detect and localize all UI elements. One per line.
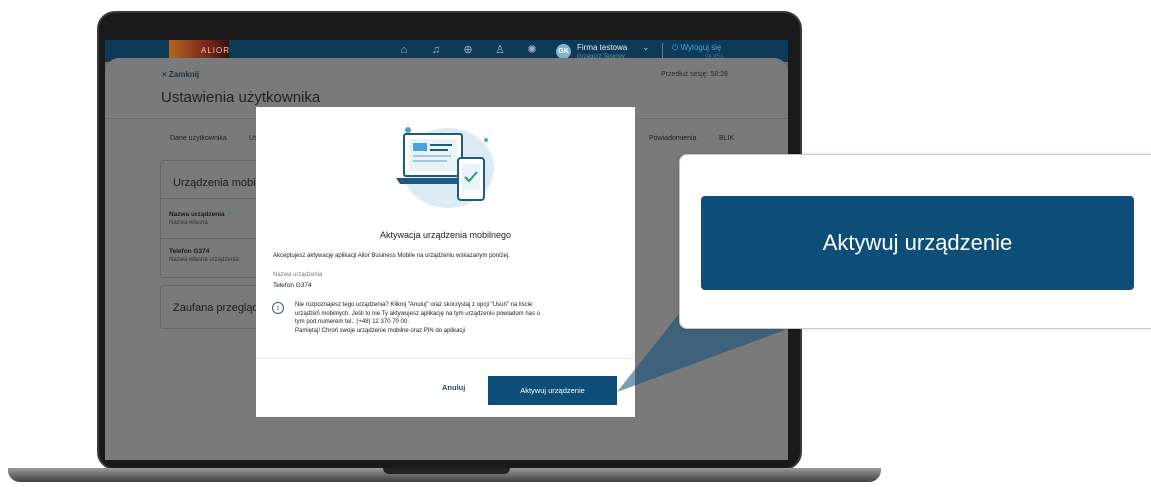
activate-device-button-zoomed[interactable]: Aktywuj urządzenie <box>701 196 1134 290</box>
product-illustration: ALIOR ⌂ ♫ ⊕ ♙ ✺ GK Firma testowa Grzegor… <box>0 0 1151 487</box>
